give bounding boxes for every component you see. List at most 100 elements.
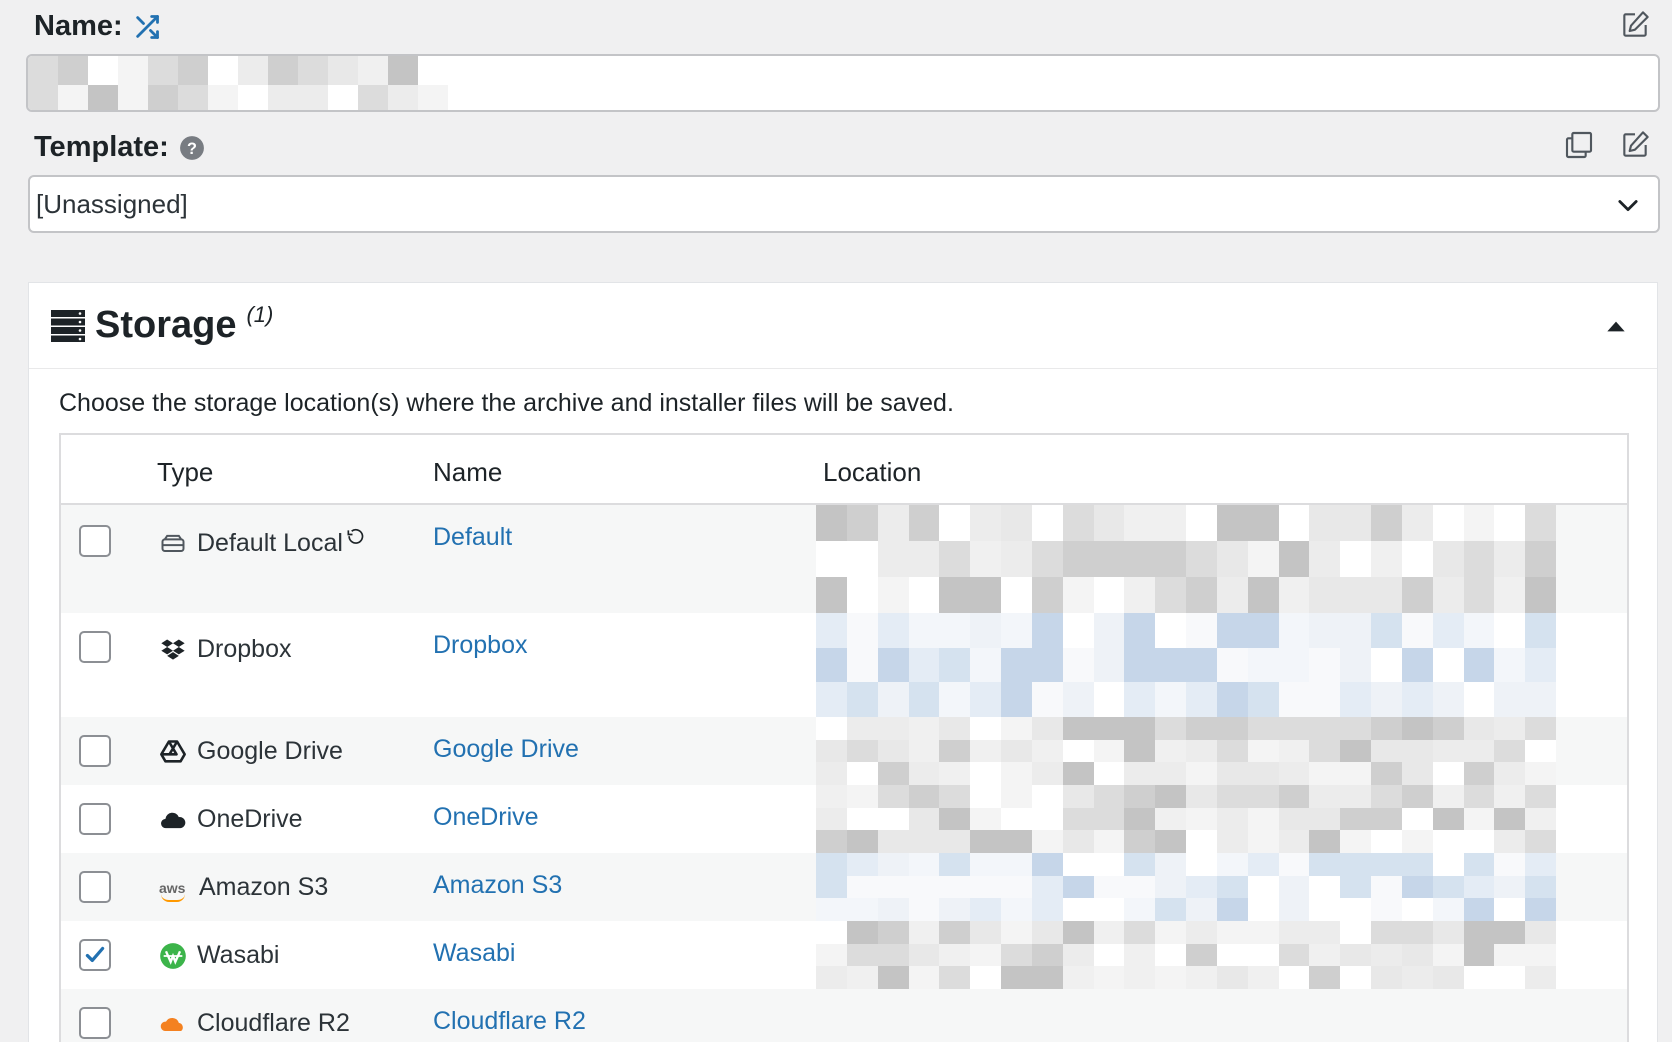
storage-type-label: Cloudflare R2 [197,1009,350,1037]
redaction-pixel [1186,647,1217,683]
redaction-pixel [1309,717,1341,740]
redaction-pixel [1093,613,1125,648]
redaction-pixel [877,762,909,785]
redaction-pixel [1371,785,1402,808]
redaction-pixel [1525,966,1556,989]
redaction-pixel [1401,577,1433,613]
collapse-arrow-icon[interactable] [1603,313,1629,339]
redaction-pixel [1186,853,1217,876]
redaction-pixel [1401,739,1433,763]
redaction-pixel [816,505,847,541]
storage-name-link[interactable]: Default [433,523,512,552]
redaction-pixel [1155,647,1186,683]
redaction-pixel [1001,943,1032,967]
redaction-pixel [1216,541,1248,577]
storage-name-link[interactable]: Google Drive [433,735,579,764]
name-input[interactable] [26,54,1660,112]
copy-template-icon[interactable] [1560,126,1598,164]
row-checkbox[interactable] [79,631,111,663]
redaction-pixel [1001,505,1032,541]
redaction-pixel [1371,853,1402,876]
storage-title: Storage [95,304,237,346]
redaction-pixel [298,85,328,110]
redaction-pixel [1401,762,1433,785]
redaction-pixel [816,739,847,763]
redaction-pixel [1155,807,1186,831]
redaction-pixel [1401,943,1433,967]
row-checkbox[interactable] [79,871,111,903]
storage-type-label: Google Drive [197,737,343,765]
storage-type: Cloudflare R2 [159,1009,350,1038]
redaction-pixel [1062,875,1094,899]
redaction-pixel [1494,943,1526,967]
row-checkbox[interactable] [79,1007,111,1039]
shuffle-icon[interactable] [133,13,161,41]
redaction-pixel [1093,785,1125,808]
redaction-pixel [1186,739,1217,763]
storage-name-link[interactable]: Dropbox [433,631,528,660]
redaction-pixel [908,577,940,613]
redaction-pixel [1124,762,1156,785]
redaction-pixel [1031,682,1063,717]
redaction-pixel [1463,830,1495,853]
storage-name-link[interactable]: Cloudflare R2 [433,1007,586,1036]
redaction-pixel [1494,875,1526,899]
storage-name-link[interactable]: OneDrive [433,803,539,832]
redaction-pixel [877,682,909,717]
redaction-pixel [1401,875,1433,899]
redaction-pixel [908,785,940,808]
redaction-pixel [1309,853,1341,876]
redaction-pixel [816,921,847,944]
redacted-name [28,56,448,110]
redaction-pixel [1278,875,1310,899]
redaction-pixel [1371,613,1402,648]
redaction-pixel [1062,613,1094,648]
redaction-pixel [1340,541,1371,577]
redaction-pixel [1463,577,1495,613]
redaction-pixel [1494,577,1526,613]
redaction-pixel [908,762,940,785]
row-checkbox[interactable] [79,735,111,767]
redaction-pixel [1432,717,1464,740]
redaction-pixel [418,56,448,85]
redaction-pixel [1216,875,1248,899]
row-checkbox-checked[interactable] [79,939,111,971]
row-checkbox[interactable] [79,525,111,557]
redaction-pixel [939,943,971,967]
redaction-pixel [1432,647,1464,683]
storage-type: Wasabi [159,941,279,970]
storage-type: Google Drive [159,737,343,766]
redaction-pixel [1309,647,1341,683]
reset-icon[interactable] [345,527,365,547]
storage-name-link[interactable]: Amazon S3 [433,871,562,900]
row-checkbox[interactable] [79,803,111,835]
redaction-pixel [846,807,878,831]
redaction-pixel [1216,785,1248,808]
help-icon[interactable]: ? [179,135,205,161]
redaction-pixel [1432,966,1464,989]
redaction-pixel [908,875,940,899]
redaction-pixel [1093,898,1125,921]
redaction-pixel [1278,613,1310,648]
edit-template-icon[interactable] [1616,126,1654,164]
redaction-pixel [1186,966,1217,989]
redaction-pixel [1186,541,1217,577]
redaction-pixel [939,898,971,921]
redaction-pixel [1401,505,1433,541]
storage-name-link[interactable]: Wasabi [433,939,515,968]
redaction-pixel [1093,966,1125,989]
redaction-pixel [1186,807,1217,831]
redaction-pixel [1432,830,1464,853]
redaction-pixel [846,875,878,899]
redaction-pixel [970,943,1001,967]
storage-panel-header[interactable]: Storage (1) [29,283,1657,369]
edit-name-icon[interactable] [1616,6,1654,44]
table-row: Wasabi Wasabi [61,921,1627,989]
redaction-pixel [939,541,971,577]
redaction-pixel [1124,921,1156,944]
redaction-pixel [877,739,909,763]
redaction-pixel [1155,541,1186,577]
template-select[interactable]: [Unassigned] [28,175,1660,233]
redaction-pixel [908,898,940,921]
redaction-pixel [1340,682,1371,717]
